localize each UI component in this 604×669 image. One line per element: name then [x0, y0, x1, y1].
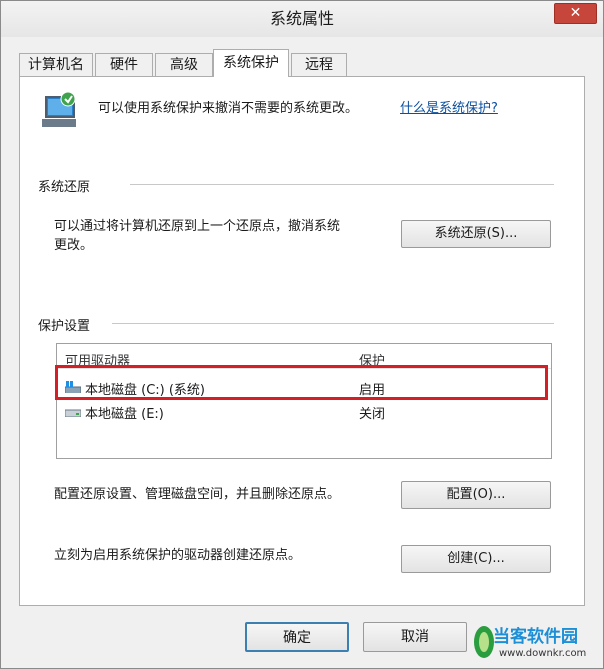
drive-status-e: 关闭 [359, 407, 386, 422]
system-protection-icon [42, 91, 76, 127]
drive-status-c: 启用 [359, 383, 386, 398]
restore-description: 可以通过将计算机还原到上一个还原点，撤消系统 更改。 [54, 219, 341, 253]
system-restore-button[interactable]: 系统还原(S)... [401, 220, 551, 248]
watermark: 当客软件园 www.downkr.com [473, 620, 601, 668]
drive-icon [65, 409, 81, 417]
drive-name-e: 本地磁盘 (E:) [85, 407, 164, 422]
drive-row-e[interactable]: 本地磁盘 (E:) 关闭 [57, 400, 551, 422]
header-separator [57, 368, 551, 369]
configure-description: 配置还原设置、管理磁盘空间，并且删除还原点。 [54, 487, 341, 502]
intro-text: 可以使用系统保护来撤消不需要的系统更改。 [98, 101, 359, 116]
restore-group-title: 系统还原 [38, 180, 91, 195]
column-header-drives[interactable]: 可用驱动器 [65, 350, 130, 369]
create-button[interactable]: 创建(C)... [401, 545, 551, 573]
tab-system-protection[interactable]: 系统保护 [213, 49, 289, 77]
system-protection-panel: 可以使用系统保护来撤消不需要的系统更改。 什么是系统保护? 系统还原 可以通过将… [19, 76, 585, 606]
watermark-logo-icon [474, 626, 494, 658]
drive-name-c: 本地磁盘 (C:) (系统) [85, 383, 206, 398]
what-is-system-protection-link[interactable]: 什么是系统保护? [400, 97, 498, 116]
close-icon: ✕ [569, 5, 582, 21]
configure-button[interactable]: 配置(O)... [401, 481, 551, 509]
tab-hardware[interactable]: 硬件 [95, 53, 153, 77]
tab-advanced[interactable]: 高级 [155, 53, 213, 77]
close-button[interactable]: ✕ [554, 3, 597, 24]
system-properties-dialog: 系统属性 ✕ 计算机名 硬件 高级 系统保护 远程 可以使用系统保护来撤消不需要… [0, 0, 604, 669]
ok-button[interactable]: 确定 [245, 622, 349, 652]
window-title: 系统属性 [269, 9, 334, 28]
system-drive-icon [65, 381, 81, 393]
protection-group-title: 保护设置 [38, 319, 91, 334]
create-description: 立刻为启用系统保护的驱动器创建还原点。 [54, 548, 302, 563]
protection-group-divider [112, 323, 554, 324]
cancel-button[interactable]: 取消 [363, 622, 467, 652]
drive-row-c[interactable]: 本地磁盘 (C:) (系统) 启用 [57, 376, 551, 398]
tab-computer-name[interactable]: 计算机名 [19, 53, 93, 77]
column-header-protection[interactable]: 保护 [359, 350, 385, 369]
watermark-url: www.downkr.com [499, 648, 587, 659]
tab-remote[interactable]: 远程 [291, 53, 347, 77]
watermark-title: 当客软件园 [493, 627, 578, 647]
drive-list[interactable]: 可用驱动器 保护 本地磁盘 (C:) (系统) 启用 本地磁盘 (E:) 关闭 [56, 343, 552, 459]
title-bar: 系统属性 ✕ [1, 1, 603, 37]
restore-group-divider [130, 184, 554, 185]
